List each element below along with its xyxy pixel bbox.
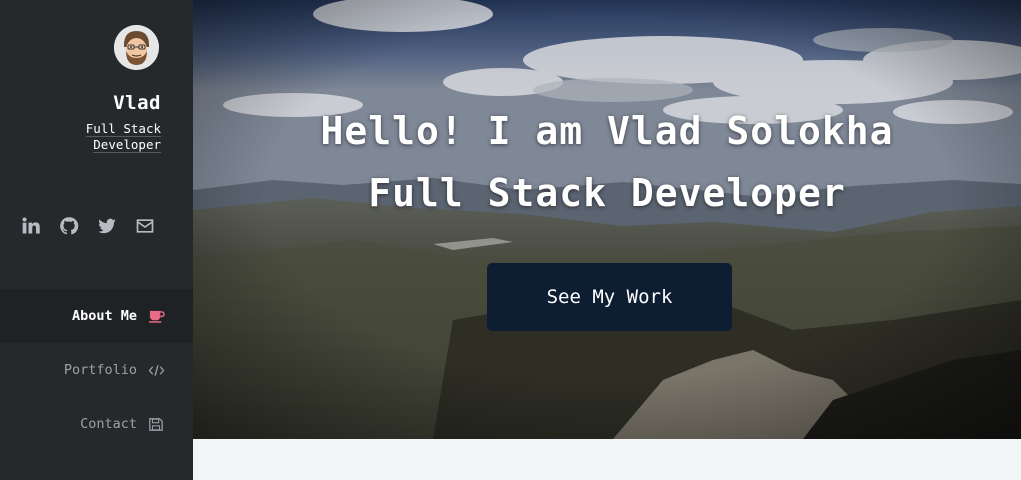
hero-title: Hello! I am Vlad Solokha Full Stack Deve… xyxy=(193,100,1021,224)
hero-section: Hello! I am Vlad Solokha Full Stack Deve… xyxy=(193,0,1021,439)
hero-title-line1: Hello! I am Vlad Solokha xyxy=(320,109,894,153)
profile-role: Full Stack Developer xyxy=(41,121,161,153)
hero-title-line2: Full Stack Developer xyxy=(368,171,846,215)
mail-icon[interactable] xyxy=(134,215,156,237)
nav-item-label: Portfolio xyxy=(63,362,137,378)
nav-item-label: Contact xyxy=(80,416,137,432)
social-links xyxy=(20,215,156,237)
profile-role-text: Full Stack Developer xyxy=(85,121,161,153)
coffee-icon xyxy=(147,308,165,324)
avatar xyxy=(114,25,159,70)
nav-item-about-me[interactable]: About Me xyxy=(0,289,193,343)
nav-item-label: About Me xyxy=(71,308,137,324)
sidebar-nav: About Me Portfolio Contact xyxy=(0,289,193,451)
see-my-work-button[interactable]: See My Work xyxy=(487,263,732,331)
code-icon xyxy=(147,362,165,378)
twitter-icon[interactable] xyxy=(96,215,118,237)
sidebar: Vlad Full Stack Developer About Me Portf… xyxy=(0,0,193,480)
nav-item-contact[interactable]: Contact xyxy=(0,397,193,451)
linkedin-icon[interactable] xyxy=(20,215,42,237)
github-icon[interactable] xyxy=(58,215,80,237)
content-area xyxy=(193,439,1021,480)
save-icon xyxy=(147,416,165,432)
nav-item-portfolio[interactable]: Portfolio xyxy=(0,343,193,397)
profile-name: Vlad xyxy=(113,92,161,114)
